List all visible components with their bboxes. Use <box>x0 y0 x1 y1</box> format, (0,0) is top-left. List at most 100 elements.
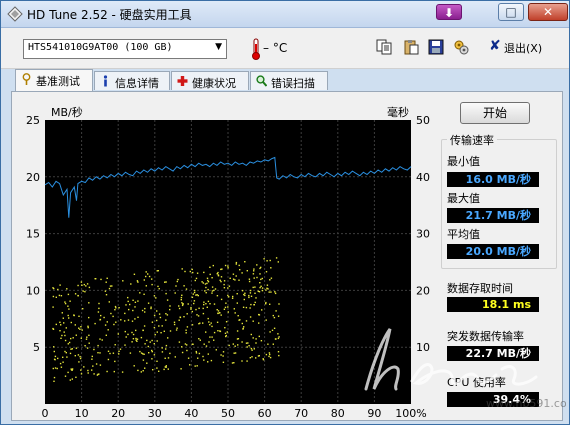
access-time-point <box>85 338 88 340</box>
access-time-point <box>249 292 252 294</box>
access-time-point <box>107 329 109 331</box>
access-time-point <box>260 285 262 287</box>
access-time-point <box>132 299 134 301</box>
access-time-point <box>182 303 184 305</box>
access-time-point <box>236 302 238 304</box>
access-time-point <box>108 287 111 290</box>
y-axis-right-ticks: 50 40 30 20 10 <box>416 114 430 354</box>
access-time-point <box>178 319 180 321</box>
access-time-point <box>148 275 151 278</box>
access-time-point <box>195 350 197 353</box>
access-time-point <box>237 344 239 346</box>
access-time-point <box>234 345 236 347</box>
access-time-point <box>266 260 268 262</box>
access-time-point <box>242 306 245 308</box>
access-time-point <box>241 341 243 343</box>
access-time-point <box>125 304 127 306</box>
access-time-point <box>173 321 176 323</box>
access-time-point <box>94 278 96 280</box>
access-time-point <box>78 327 80 329</box>
access-time-point <box>265 319 267 321</box>
access-time-point <box>59 284 61 286</box>
access-time-point <box>54 367 57 369</box>
access-time-point <box>135 337 137 340</box>
access-time-point <box>111 285 113 287</box>
access-time-point <box>244 292 246 294</box>
access-time-point <box>153 343 155 345</box>
access-time-point <box>223 280 226 282</box>
access-time-point <box>87 325 89 327</box>
access-time-point <box>128 308 130 311</box>
access-time-point <box>80 281 83 283</box>
access-time-point <box>146 339 148 342</box>
access-time-point <box>259 282 261 284</box>
access-time-point <box>62 317 64 319</box>
access-time-point <box>156 319 158 322</box>
access-time-point <box>161 347 163 349</box>
access-time-point <box>205 345 208 347</box>
access-time-point <box>215 349 217 351</box>
access-time-point <box>66 288 68 290</box>
max-label: 最大值 <box>447 192 480 205</box>
access-time-point <box>114 344 116 346</box>
access-time-point <box>100 278 102 281</box>
access-time-point <box>227 311 229 313</box>
access-time-point <box>59 330 61 332</box>
access-time-point <box>108 301 110 303</box>
x-tick-label: 60 <box>258 407 272 420</box>
access-time-point <box>64 350 66 353</box>
access-time-point <box>118 307 120 309</box>
access-time-point <box>181 304 184 307</box>
access-time-point <box>60 337 62 339</box>
access-time-point <box>98 302 100 305</box>
access-time-point <box>274 292 277 295</box>
access-time-point <box>275 310 277 312</box>
access-time-point <box>237 315 239 317</box>
access-time-point <box>269 353 271 356</box>
access-time-point <box>236 293 238 295</box>
x-tick-label: 70 <box>294 407 308 420</box>
access-time-point <box>67 343 69 345</box>
access-time-point <box>245 320 248 322</box>
access-time-point <box>265 353 268 356</box>
access-time-point <box>257 290 259 292</box>
access-time-point <box>211 325 213 328</box>
access-time-point <box>265 271 268 273</box>
access-time-point <box>124 312 126 315</box>
access-time-point <box>261 309 263 311</box>
access-time-point <box>250 303 252 306</box>
access-time-point <box>223 287 226 289</box>
access-time-point <box>211 292 213 294</box>
access-time-point <box>249 357 251 359</box>
access-time-point <box>97 311 100 313</box>
access-time-point <box>83 283 85 286</box>
start-button[interactable]: 开始 <box>460 102 530 124</box>
access-time-point <box>99 364 102 366</box>
access-time-point <box>163 330 165 332</box>
access-time-point <box>153 314 156 317</box>
access-time-point <box>69 300 71 302</box>
access-time-point <box>142 370 144 372</box>
access-time-point <box>192 293 194 295</box>
access-time-point <box>255 357 257 359</box>
access-time-point <box>145 275 147 278</box>
access-time-point <box>191 296 194 298</box>
access-time-point <box>269 331 271 333</box>
access-time-point <box>59 362 62 365</box>
access-time-point <box>272 314 274 317</box>
access-time-point <box>82 290 84 292</box>
access-time-point <box>206 277 209 279</box>
access-time-point <box>113 323 115 326</box>
access-time-point <box>253 277 255 279</box>
access-time-point <box>209 324 211 326</box>
access-time-point <box>169 330 172 332</box>
access-time-point <box>196 272 199 274</box>
access-time-point <box>213 331 216 334</box>
access-time-point <box>231 362 234 364</box>
access-time-point <box>112 352 115 354</box>
access-time-point <box>198 352 201 355</box>
access-time-point <box>202 322 204 324</box>
access-time-point <box>190 308 192 310</box>
access-time-point <box>78 361 80 363</box>
access-time-point <box>194 365 196 367</box>
